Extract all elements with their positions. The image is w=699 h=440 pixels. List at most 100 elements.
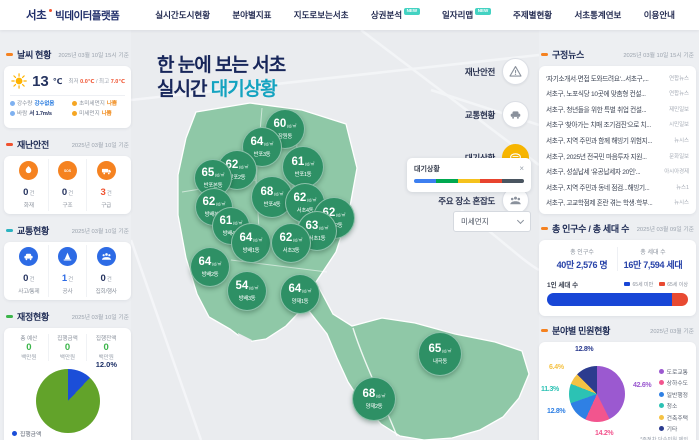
- safety-section-title: 재난안전: [17, 138, 49, 151]
- safety-stat-value: 0: [62, 187, 67, 198]
- fire-icon: [19, 161, 38, 180]
- bubble-unit: ㎍/㎥: [212, 262, 221, 266]
- bubble-unit: ㎍/㎥: [215, 173, 224, 177]
- air-quality-bubble[interactable]: 62㎍/㎥ 서초3동: [271, 223, 311, 263]
- air-quality-bubble[interactable]: 54㎍/㎥ 방배3동: [227, 271, 267, 311]
- news-source: 아시아경제: [664, 167, 689, 175]
- news-item[interactable]: 서초구 '찾아가는 치매 조기검진'으로 치... 시민일보: [546, 119, 689, 129]
- legend-item: 65세 이상: [659, 281, 688, 288]
- news-headline: 서초구, 2025년 전국민 마음투자 지원...: [546, 151, 665, 161]
- finance-stat-value: 0: [10, 342, 48, 353]
- bubble-value: 54: [236, 281, 249, 293]
- news-item[interactable]: '자기소개서·면접 도와드려요'...서초구,... 연합뉴스: [546, 73, 689, 83]
- nav-item[interactable]: 서초통계연보: [574, 9, 621, 21]
- map-layer-toggle[interactable]: 재난안전: [465, 58, 529, 85]
- map-layer-label: 교통현황: [465, 109, 495, 121]
- map-layer-toggle[interactable]: 교통현황: [465, 101, 529, 128]
- population-stats: 총 인구수 40만 2,576 명 총 세대 수 16만 7,594 세대: [547, 247, 688, 271]
- weather-detail-label: 강수량: [17, 99, 32, 107]
- news-item[interactable]: 서초구, 지역 주민과 함께 해빙기 위험지... 뉴시스: [546, 135, 689, 145]
- disaster-icon[interactable]: [502, 58, 529, 85]
- news-source: 뉴시스: [674, 136, 689, 144]
- nav-item[interactable]: 분야별지표: [232, 9, 271, 21]
- bubble-unit: ㎍/㎥: [253, 238, 262, 242]
- weather-section-header: 날씨 현황 2025년 03월 10일 15시 기준: [6, 48, 129, 61]
- news-source: 연합뉴스: [669, 89, 689, 97]
- population-stat: 총 세대 수 16만 7,594 세대: [617, 247, 688, 271]
- bubble-value: 61: [220, 216, 233, 228]
- bubble-value: 64: [289, 284, 302, 296]
- complaints-legend-label: 상하수도: [667, 378, 688, 387]
- air-quality-bubble[interactable]: 64㎍/㎥ 양재1동: [280, 274, 320, 314]
- nav-item[interactable]: 주제별현황: [513, 9, 552, 21]
- pm-filter-select[interactable]: 미세먼지: [453, 211, 531, 232]
- bubble-value: 64: [240, 233, 253, 245]
- news-item[interactable]: 서초구, 2025년 전국민 마음투자 지원... 문화일보: [546, 151, 689, 161]
- ambulance-icon: [97, 161, 116, 180]
- news-item[interactable]: 서초구, 성실납세 '유공납세자 20인'... 아시아경제: [546, 166, 689, 176]
- news-item[interactable]: 서초구, 노포식당 10곳에 맞춤형 컨설... 연합뉴스: [546, 88, 689, 98]
- nav-item[interactable]: 이용안내: [644, 9, 675, 21]
- bubble-value: 62: [203, 197, 216, 209]
- traffic-stat: 1건 공사: [48, 245, 87, 297]
- news-headline: '자기소개서·면접 도와드려요'...서초구,...: [546, 73, 665, 83]
- close-icon[interactable]: ×: [519, 165, 524, 173]
- safety-section-date: 2025년 03월 10일 기준: [72, 140, 129, 149]
- legend-dot-icon: [659, 426, 664, 431]
- nav-item[interactable]: 일자리맵 NEW: [442, 9, 491, 21]
- single-household-label: 1인 세대 수: [547, 279, 578, 289]
- section-bullet-icon: [541, 329, 548, 332]
- news-section-date: 2025년 03월 10일 15시 기준: [623, 50, 694, 59]
- finance-legend-label: 집행금액: [20, 429, 41, 438]
- air-quality-bubble[interactable]: 64㎍/㎥ 방배2동: [190, 247, 230, 287]
- finance-section-title: 재정현황: [17, 310, 49, 323]
- weather-section-title: 날씨 현황: [17, 48, 51, 61]
- pie-percent-label: 12.8%: [575, 346, 593, 353]
- population-section-header: 총 인구수 / 총 세대 수 2025년 03월 09일 기준: [541, 222, 694, 235]
- news-headline: 서초구, 노포식당 10곳에 맞춤형 컨설...: [546, 88, 665, 98]
- weather-detail-icon: [10, 101, 15, 106]
- bubble-unit: ㎍/㎥: [293, 238, 302, 242]
- news-item[interactable]: 서초구, 고교학점제 혼란 겪는 학생·학부... 뉴시스: [546, 197, 689, 207]
- top-navbar: 서초 빅데이터플랫폼 실시간도시현황 분야별지표 지도로보는서초 상권분석 NE…: [0, 0, 699, 30]
- traffic-icon[interactable]: [502, 101, 529, 128]
- news-item[interactable]: 서초구, 지역 주민과 동네 점검...해빙기... 뉴스1: [546, 182, 689, 192]
- finance-legend: 집행금액 집행잔액 88.0%: [12, 427, 68, 440]
- finance-pie-chart: [36, 369, 100, 433]
- weather-detail-row: 미세먼지 나쁨: [72, 109, 125, 117]
- complaints-legend: 도로교통 상하수도 일반행정 청소 건축주택: [659, 364, 688, 433]
- traffic-section-header: 교통현황 2025년 03월 10일 기준: [6, 224, 129, 237]
- air-quality-bubble[interactable]: 68㎍/㎥ 양재2동: [352, 377, 396, 421]
- air-quality-bubble[interactable]: 61㎍/㎥ 반포1동: [282, 146, 324, 188]
- nav-item[interactable]: 지도로보는서초: [294, 9, 349, 21]
- pm-filter-value: 미세먼지: [461, 216, 489, 227]
- news-item[interactable]: 서초구, 청년들을 위한 특별 취업 컨설... 제민일보: [546, 104, 689, 114]
- logo-platform-text: 빅데이터플랫폼: [55, 8, 119, 23]
- weather-detail-value: 강수없음: [34, 99, 54, 107]
- air-quality-legend-panel: 대기상황 ×: [407, 158, 531, 192]
- safety-section-header: 재난안전 2025년 03월 10일 기준: [6, 138, 129, 151]
- nav-item[interactable]: 실시간도시현황: [155, 9, 210, 21]
- air-quality-bubble[interactable]: 64㎍/㎥ 방배1동: [231, 223, 271, 263]
- bubble-unit: ㎍/㎥: [336, 213, 345, 217]
- map-title-accent: 대기상황: [211, 79, 277, 100]
- air-quality-bubble[interactable]: 65㎍/㎥ 내곡동: [418, 332, 462, 376]
- weather-detail-value: 서 1.7m/s: [29, 109, 52, 117]
- platform-logo[interactable]: 서초 빅데이터플랫폼: [26, 7, 119, 23]
- current-temperature: 13: [32, 73, 49, 90]
- complaints-section-date: 2025년 03월 기준: [650, 326, 694, 335]
- population-stat: 총 인구수 40만 2,576 명: [547, 247, 617, 271]
- bubble-unit: ㎍/㎥: [307, 198, 316, 202]
- section-bullet-icon: [541, 227, 548, 230]
- news-headline: 서초구, 지역 주민과 함께 해빙기 위험지...: [546, 135, 670, 145]
- complaints-pie-chart: [569, 366, 625, 422]
- safety-stat-unit: 건: [29, 191, 34, 197]
- pie-percent-label: 42.6%: [633, 382, 651, 389]
- news-card: '자기소개서·면접 도와드려요'...서초구,... 연합뉴스 서초구, 노포식…: [539, 66, 696, 214]
- nav-item[interactable]: 상권분석 NEW: [371, 9, 420, 21]
- news-headline: 서초구, 성실납세 '유공납세자 20인'...: [546, 166, 660, 176]
- news-headline: 서초구, 청년들을 위한 특별 취업 컨설...: [546, 104, 665, 114]
- complaints-legend-row: 상하수도: [659, 378, 688, 387]
- weather-detail-row: 바람 서 1.7m/s: [10, 109, 68, 117]
- news-source: 시민일보: [669, 120, 689, 128]
